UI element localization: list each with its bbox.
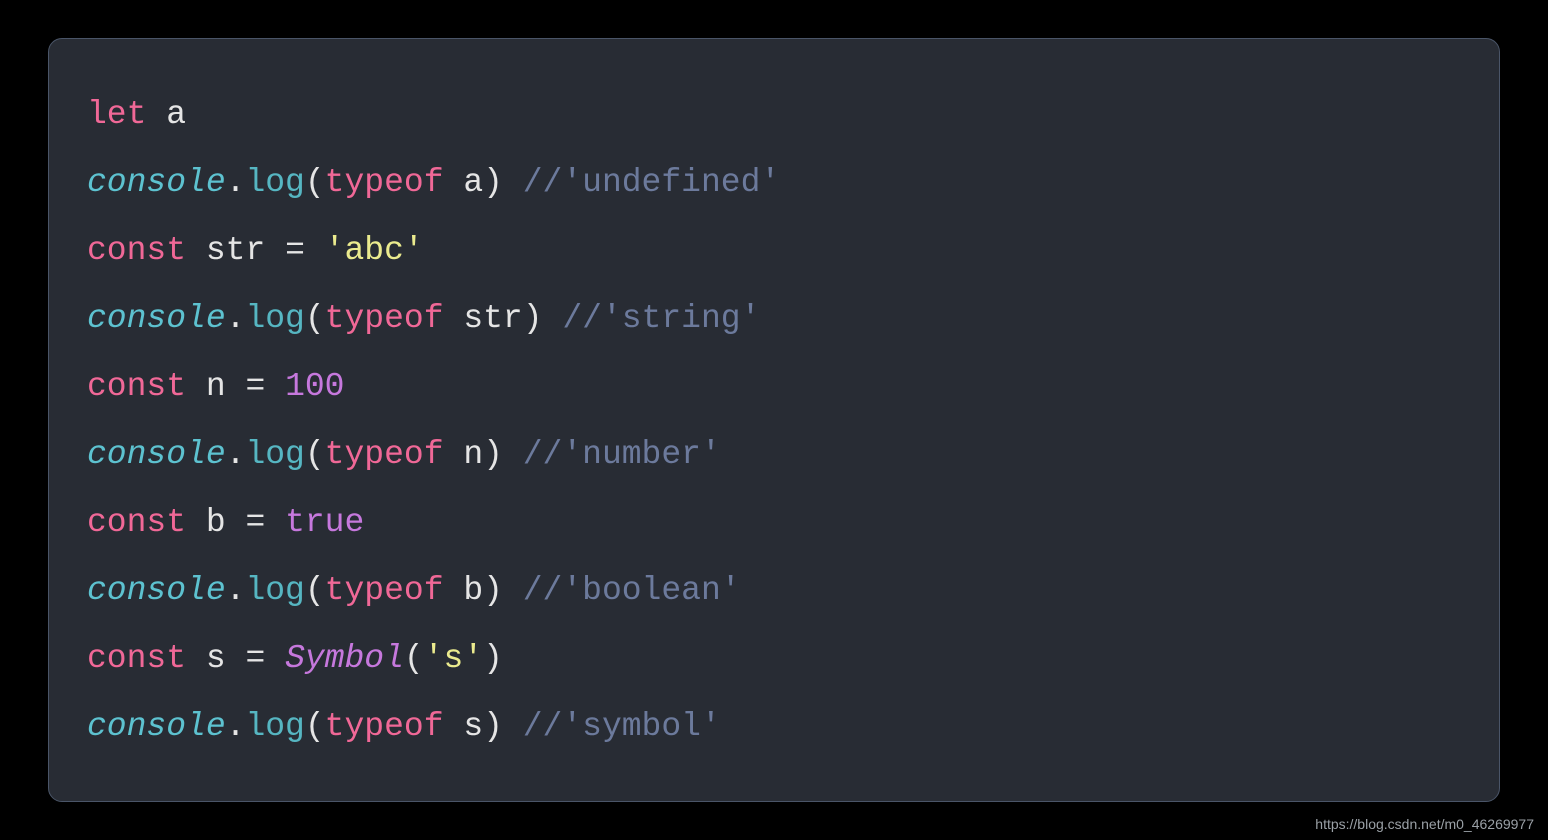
code-line: console.log(typeof str) //'string' (87, 285, 1461, 353)
code-token: console (87, 436, 226, 473)
code-token (444, 708, 464, 745)
code-token: typeof (325, 708, 444, 745)
code-token: console (87, 572, 226, 609)
code-token: true (285, 504, 364, 541)
code-token: console (87, 164, 226, 201)
code-token: log (245, 708, 304, 745)
code-token (146, 96, 166, 133)
code-token: ( (305, 164, 325, 201)
code-token: str (206, 232, 265, 269)
code-token: const (87, 368, 186, 405)
code-token: let (87, 96, 146, 133)
code-token: typeof (325, 164, 444, 201)
code-token: = (265, 232, 324, 269)
code-token (186, 368, 206, 405)
code-token: console (87, 300, 226, 337)
code-token: //'boolean' (523, 572, 741, 609)
code-token: 's' (424, 640, 483, 677)
code-token: a (463, 164, 483, 201)
code-token: ) (483, 640, 503, 677)
code-token (444, 300, 464, 337)
code-token (444, 572, 464, 609)
code-line: const s = Symbol('s') (87, 625, 1461, 693)
code-line: console.log(typeof a) //'undefined' (87, 149, 1461, 217)
code-token: ( (305, 572, 325, 609)
code-token: const (87, 504, 186, 541)
code-token: . (226, 436, 246, 473)
code-token: ( (305, 436, 325, 473)
code-token: ( (305, 708, 325, 745)
code-token: ( (305, 300, 325, 337)
code-line: let a (87, 81, 1461, 149)
code-token: . (226, 164, 246, 201)
code-token: ) (483, 708, 523, 745)
code-token: typeof (325, 436, 444, 473)
code-token: = (226, 504, 285, 541)
code-token: //'undefined' (523, 164, 780, 201)
code-token (444, 164, 464, 201)
code-token: a (166, 96, 186, 133)
code-token: Symbol (285, 640, 404, 677)
code-token: log (245, 436, 304, 473)
code-token: log (245, 300, 304, 337)
code-token: ) (483, 436, 523, 473)
code-token (186, 232, 206, 269)
code-token: ) (483, 572, 523, 609)
code-token: //'number' (523, 436, 721, 473)
code-token: //'string' (562, 300, 760, 337)
code-token: console (87, 708, 226, 745)
code-token (444, 436, 464, 473)
code-token: log (245, 572, 304, 609)
code-token: 100 (285, 368, 344, 405)
code-token (186, 504, 206, 541)
code-line: const n = 100 (87, 353, 1461, 421)
code-token: ) (483, 164, 523, 201)
code-line: const str = 'abc' (87, 217, 1461, 285)
code-line: const b = true (87, 489, 1461, 557)
code-token: n (206, 368, 226, 405)
code-token: typeof (325, 300, 444, 337)
code-line: console.log(typeof s) //'symbol' (87, 693, 1461, 761)
code-token: const (87, 640, 186, 677)
code-token: . (226, 708, 246, 745)
code-token: s (206, 640, 226, 677)
code-line: console.log(typeof b) //'boolean' (87, 557, 1461, 625)
watermark: https://blog.csdn.net/m0_46269977 (1315, 816, 1534, 832)
code-token: typeof (325, 572, 444, 609)
code-token: const (87, 232, 186, 269)
code-token: b (206, 504, 226, 541)
code-token: b (463, 572, 483, 609)
code-token: . (226, 300, 246, 337)
code-token: ) (523, 300, 563, 337)
code-token: //'symbol' (523, 708, 721, 745)
code-token: = (226, 368, 285, 405)
code-token: 'abc' (325, 232, 424, 269)
code-token: = (226, 640, 285, 677)
code-line: console.log(typeof n) //'number' (87, 421, 1461, 489)
code-token: . (226, 572, 246, 609)
code-token: str (463, 300, 522, 337)
code-block: let aconsole.log(typeof a) //'undefined'… (48, 38, 1500, 802)
code-token: ( (404, 640, 424, 677)
code-token: n (463, 436, 483, 473)
code-token (186, 640, 206, 677)
code-token: s (463, 708, 483, 745)
code-token: log (245, 164, 304, 201)
